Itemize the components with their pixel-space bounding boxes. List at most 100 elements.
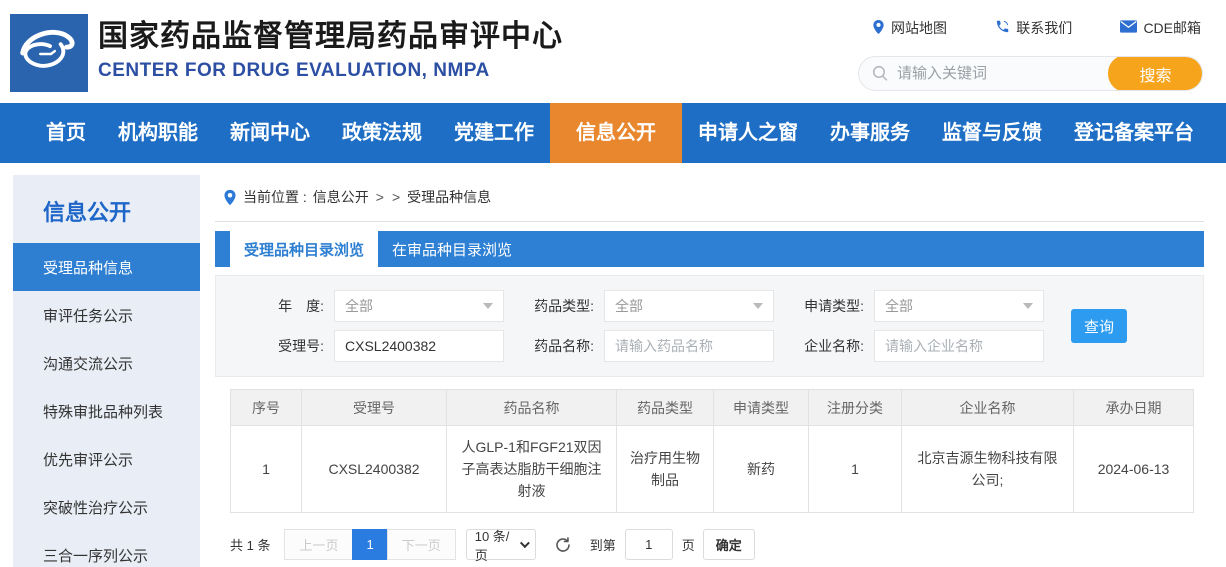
nav-item-services[interactable]: 办事服务 (814, 103, 926, 163)
page-unit-label: 页 (681, 538, 695, 553)
breadcrumb-prefix: 当前位置 : (243, 189, 307, 205)
breadcrumb-separator: > (391, 189, 401, 205)
cell-drug-name: 人GLP-1和FGF21双因子高表达脂肪干细胞注射液 (446, 425, 617, 513)
breadcrumb-current[interactable]: 受理品种信息 (407, 187, 491, 207)
filter-row-1: 年 度: 全部 药品类型: 全部 申请类型: 全部 (256, 290, 1203, 322)
main-nav: 首页 机构职能 新闻中心 政策法规 党建工作 信息公开 申请人之窗 办事服务 监… (0, 103, 1226, 163)
cell-acceptance-number: CXSL2400382 (301, 425, 447, 513)
col-registration-class: 注册分类 (808, 389, 902, 426)
sidebar: 信息公开 受理品种信息 审评任务公示 沟通交流公示 特殊审批品种列表 优先审评公… (13, 175, 200, 567)
company-name-input[interactable] (874, 330, 1044, 362)
results-table: 序号 受理号 药品名称 药品类型 申请类型 注册分类 企业名称 承办日期 1 C… (230, 389, 1194, 513)
confirm-button[interactable]: 确定 (702, 529, 755, 560)
tab-accepted-catalog[interactable]: 受理品种目录浏览 (230, 231, 378, 267)
application-type-select-value: 全部 (885, 298, 913, 314)
nav-item-applicant-window[interactable]: 申请人之窗 (682, 103, 814, 163)
location-pin-icon (872, 19, 885, 38)
acceptance-number-label: 受理号: (278, 338, 324, 354)
cell-company-name: 北京吉源生物科技有限公司; (901, 425, 1074, 513)
search-button[interactable]: 搜索 (1108, 57, 1202, 90)
prev-page-button[interactable]: 上一页 (284, 529, 354, 560)
nav-item-news-center[interactable]: 新闻中心 (214, 103, 326, 163)
application-type-select[interactable]: 全部 (874, 290, 1044, 322)
nav-item-home[interactable]: 首页 (30, 103, 102, 163)
acceptance-number-input[interactable] (334, 330, 504, 362)
current-page-button[interactable]: 1 (352, 529, 388, 560)
drug-name-label: 药品名称: (534, 338, 594, 354)
sidebar-item-breakthrough-therapy[interactable]: 突破性治疗公示 (13, 483, 200, 531)
table-row: 1 CXSL2400382 人GLP-1和FGF21双因子高表达脂肪干细胞注射液… (230, 425, 1194, 513)
sitemap-link[interactable]: 网站地图 (872, 18, 947, 38)
drug-name-filter: 药品名称: (526, 330, 774, 362)
mailbox-label: CDE邮箱 (1143, 20, 1201, 36)
sidebar-item-three-in-one[interactable]: 三合一序列公示 (13, 531, 200, 567)
page-body: 信息公开 受理品种信息 审评任务公示 沟通交流公示 特殊审批品种列表 优先审评公… (0, 163, 1226, 567)
sidebar-item-accepted-varieties[interactable]: 受理品种信息 (13, 243, 200, 291)
nav-item-policies[interactable]: 政策法规 (326, 103, 438, 163)
application-type-label: 申请类型: (804, 298, 864, 314)
application-type-filter: 申请类型: 全部 (796, 290, 1044, 322)
goto-label: 到第 (589, 538, 616, 553)
sidebar-item-special-approval-list[interactable]: 特殊审批品种列表 (13, 387, 200, 435)
chevron-down-icon (753, 303, 763, 309)
sidebar-item-priority-review[interactable]: 优先审评公示 (13, 435, 200, 483)
drug-type-label: 药品类型: (534, 298, 594, 314)
contact-link[interactable]: 联系我们 (995, 18, 1072, 38)
search-bar: 搜索 (858, 56, 1203, 91)
site-title: 国家药品监督管理局药品审评中心 (98, 20, 563, 53)
drug-name-input[interactable] (604, 330, 774, 362)
breadcrumb-section[interactable]: 信息公开 (313, 187, 369, 207)
acceptance-number-filter: 受理号: (256, 330, 504, 362)
year-select[interactable]: 全部 (334, 290, 504, 322)
page-size-select[interactable]: 10 条/页 (465, 529, 536, 563)
breadcrumb-separator: > (375, 189, 384, 205)
nav-item-registration-platform[interactable]: 登记备案平台 (1058, 103, 1210, 163)
nav-item-supervision-feedback[interactable]: 监督与反馈 (926, 103, 1058, 163)
company-name-filter: 企业名称: (796, 330, 1044, 362)
sidebar-title: 信息公开 (43, 200, 132, 225)
chevron-down-icon (519, 538, 530, 548)
year-filter: 年 度: 全部 (256, 290, 504, 322)
col-company-name: 企业名称 (901, 389, 1074, 426)
cell-index: 1 (230, 425, 302, 513)
query-button[interactable]: 查询 (1071, 309, 1127, 343)
sidebar-item-communication[interactable]: 沟通交流公示 (13, 339, 200, 387)
next-page-button[interactable]: 下一页 (386, 529, 456, 560)
year-select-value: 全部 (345, 298, 373, 314)
sitemap-label: 网站地图 (891, 20, 947, 36)
chevron-down-icon (1023, 303, 1033, 309)
header-right: 网站地图 联系我们 CDE邮箱 搜索 (858, 14, 1203, 91)
refresh-icon[interactable] (554, 536, 572, 554)
page-size-value: 10 条/页 (474, 528, 510, 563)
col-application-type: 申请类型 (713, 389, 809, 426)
location-pin-icon (223, 189, 237, 206)
site-header: 国家药品监督管理局药品审评中心 CENTER FOR DRUG EVALUATI… (0, 0, 1226, 103)
col-acceptance-number: 受理号 (301, 389, 447, 426)
mailbox-link[interactable]: CDE邮箱 (1120, 18, 1201, 38)
sidebar-item-review-tasks[interactable]: 审评任务公示 (13, 291, 200, 339)
drug-type-filter: 药品类型: 全部 (526, 290, 774, 322)
nav-item-party-building[interactable]: 党建工作 (438, 103, 550, 163)
breadcrumb: 当前位置 : 信息公开 > > 受理品种信息 (215, 179, 1204, 222)
pagination: 共 1 条 上一页 1 下一页 10 条/页 到第 页 确定 (230, 529, 1204, 563)
cell-registration-class: 1 (808, 425, 902, 513)
nav-item-information-disclosure[interactable]: 信息公开 (550, 103, 682, 163)
contact-label: 联系我们 (1016, 20, 1073, 36)
goto-page-input[interactable] (624, 529, 673, 560)
total-count: 共 1 条 (230, 538, 271, 553)
site-subtitle: CENTER FOR DRUG EVALUATION, NMPA (98, 60, 490, 81)
col-drug-type: 药品类型 (616, 389, 714, 426)
search-icon (872, 65, 889, 82)
company-name-label: 企业名称: (804, 338, 864, 354)
nav-item-organization[interactable]: 机构职能 (102, 103, 214, 163)
drug-type-select[interactable]: 全部 (604, 290, 774, 322)
search-input[interactable] (897, 65, 1108, 82)
table-header-row: 序号 受理号 药品名称 药品类型 申请类型 注册分类 企业名称 承办日期 (230, 389, 1194, 426)
col-acceptance-date: 承办日期 (1073, 389, 1194, 426)
tab-under-review-catalog[interactable]: 在审品种目录浏览 (378, 231, 526, 267)
phone-icon (995, 19, 1010, 37)
pager-group: 上一页 1 下一页 (284, 529, 456, 560)
cell-drug-type: 治疗用生物制品 (616, 425, 714, 513)
drug-type-select-value: 全部 (615, 298, 643, 314)
cell-application-type: 新药 (713, 425, 809, 513)
